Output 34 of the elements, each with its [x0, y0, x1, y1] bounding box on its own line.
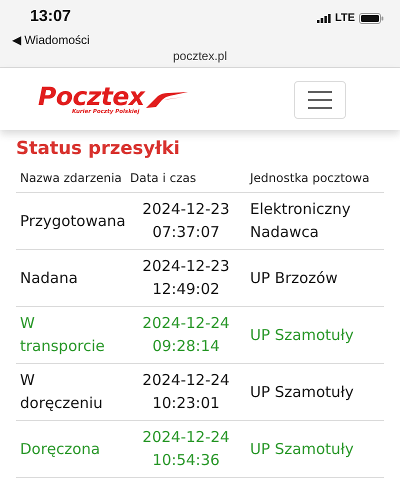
network-label: LTE [335, 12, 355, 24]
table-cell: UP Brzozów [246, 250, 384, 307]
signal-icon [317, 14, 332, 22]
menu-icon [308, 90, 332, 110]
time-text: 12:49:02 [152, 279, 220, 300]
date-text: 2024-12-24 [142, 370, 230, 391]
url-label[interactable]: pocztex.pl [0, 49, 400, 67]
time-text: 07:37:07 [152, 222, 220, 243]
clock-time: 13:07 [30, 8, 71, 26]
table-cell: W doręczeniu [16, 364, 126, 421]
time-text: 10:54:36 [152, 450, 220, 471]
table-cell: W transporcie [16, 307, 126, 364]
table-cell: UP Szamotuły [246, 421, 384, 478]
time-text: 09:28:14 [152, 336, 220, 357]
table-cell: Przygotowana [16, 193, 126, 250]
time-text: 10:23:01 [152, 393, 220, 414]
table-cell: Doręczona [16, 421, 126, 478]
date-text: 2024-12-23 [142, 256, 230, 277]
date-text: 2024-12-24 [142, 427, 230, 448]
menu-button[interactable] [294, 81, 346, 119]
table-cell: UP Szamotuły [246, 364, 384, 421]
table-cell: Elektroniczny Nadawca [246, 193, 384, 250]
table-cell: Nadana [16, 250, 126, 307]
column-header: Nazwa zdarzenia [16, 165, 126, 193]
date-text: 2024-12-24 [142, 313, 230, 334]
wing-logo-icon [144, 91, 188, 110]
battery-icon [359, 12, 384, 24]
column-header: Jednostka pocztowa [246, 165, 384, 193]
logo-text[interactable]: Pocztex [38, 84, 144, 110]
page-title: Status przesyłki [16, 138, 181, 159]
table-cell: UP Szamotuły [246, 307, 384, 364]
column-header: Data i czas [126, 165, 246, 193]
date-text: 2024-12-23 [142, 199, 230, 220]
back-link[interactable]: ◀ Wiadomości [0, 30, 400, 49]
